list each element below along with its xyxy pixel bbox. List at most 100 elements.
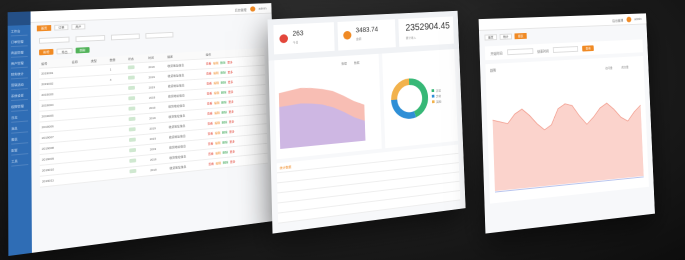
end-date-input[interactable] (552, 46, 579, 53)
main-content: 后台管理 admin 首页 订单 用户 新增 导出 刷新 编号 名称 类型 数量 状态 时间 描述操… (30, 3, 279, 253)
sidebar-item[interactable]: 报表 (11, 134, 29, 145)
stat-value: 263 (292, 30, 304, 38)
end-label: 结束时间 (537, 48, 549, 54)
action-button[interactable]: 新增 (39, 48, 54, 56)
row-action-link[interactable]: 删除 (220, 60, 225, 64)
sidebar-item[interactable]: 工作台 (10, 26, 28, 37)
row-action-link[interactable]: 更多 (230, 149, 235, 153)
row-action-link[interactable]: 删除 (221, 100, 226, 104)
table-cell (109, 166, 129, 180)
row-action-link[interactable]: 删除 (221, 110, 226, 114)
sidebar-item[interactable]: 消息 (11, 123, 29, 134)
legend-label: 数据 (341, 60, 347, 65)
sidebar-item[interactable]: 日志 (11, 112, 29, 123)
row-action-link[interactable]: 删除 (223, 150, 228, 154)
row-action-link[interactable]: 编辑 (214, 91, 219, 95)
row-action-link[interactable]: 编辑 (214, 100, 219, 104)
row-action-link[interactable]: 编辑 (215, 141, 220, 145)
action-button[interactable]: 刷新 (75, 47, 90, 54)
tab[interactable]: 首页 (484, 34, 498, 41)
row-action-link[interactable]: 查看 (207, 121, 213, 125)
row-action-link[interactable]: 删除 (222, 130, 227, 134)
report-screenshot: 后台管理 admin 首页 统计 报表 开始时间 结束时间 查询 趋势 访问量 成交量 (478, 13, 655, 234)
status-tag (129, 116, 136, 122)
row-action-link[interactable]: 编辑 (213, 71, 218, 75)
row-action-link[interactable]: 查看 (208, 141, 214, 145)
user-area: 后台管理 admin (235, 6, 267, 12)
row-action-link[interactable]: 查看 (207, 101, 213, 105)
tab[interactable]: 订单 (54, 24, 69, 31)
row-action-link[interactable]: 删除 (222, 120, 227, 124)
status-tag (128, 85, 136, 90)
stat-card: 3483.74 金额 (337, 19, 396, 51)
filter-input[interactable] (110, 33, 140, 41)
sidebar-item[interactable]: 订单管理 (10, 37, 28, 48)
sidebar-item[interactable]: 用户管理 (10, 58, 28, 69)
row-action-link[interactable]: 更多 (228, 99, 233, 103)
table-page-screenshot: 工作台 订单管理 商品管理 用户管理 财务统计 营销活动 系统设置 权限管理 日志 消息 报表 配置工… (7, 3, 279, 256)
header-right-label: 后台管理 (234, 7, 247, 12)
row-action-link[interactable]: 编辑 (213, 61, 218, 65)
row-action-link[interactable]: 编辑 (215, 120, 220, 124)
tab[interactable]: 用户 (71, 23, 86, 30)
sidebar-item[interactable]: 营销活动 (11, 80, 28, 91)
row-action-link[interactable]: 查看 (206, 61, 211, 65)
row-action-link[interactable]: 更多 (230, 159, 235, 163)
stat-value: 2352904.45 (405, 21, 451, 34)
row-action-link[interactable]: 查看 (206, 81, 211, 85)
sidebar-item[interactable]: 系统设置 (11, 91, 28, 102)
row-action-link[interactable]: 删除 (223, 160, 228, 164)
sidebar-menu: 工作台 订单管理 商品管理 用户管理 财务统计 营销活动 系统设置 权限管理 日志 消息 报表 配置工… (8, 26, 32, 167)
row-action-link[interactable]: 更多 (229, 119, 234, 123)
row-action-link[interactable]: 更多 (229, 129, 234, 133)
tab[interactable]: 统计 (499, 33, 513, 40)
dashboard-screenshot: 263 今日 3483.74 金额 2352904.45 累计收入 数据 数据 正常 异常 其他… (267, 10, 466, 234)
row-action-link[interactable]: 查看 (206, 71, 211, 75)
username[interactable]: admin (258, 7, 266, 11)
row-action-link[interactable]: 删除 (222, 140, 227, 144)
row-action-link[interactable]: 编辑 (214, 110, 219, 114)
filter-input[interactable] (75, 35, 106, 43)
filter-input[interactable] (38, 36, 70, 44)
row-action-link[interactable]: 更多 (228, 90, 233, 94)
row-action-link[interactable]: 编辑 (214, 81, 219, 85)
avatar[interactable] (626, 16, 632, 23)
sidebar-item[interactable]: 权限管理 (11, 101, 28, 112)
row-action-link[interactable]: 编辑 (216, 161, 222, 165)
legend-swatch (431, 94, 435, 98)
row-action-link[interactable]: 编辑 (215, 130, 220, 134)
sidebar-item[interactable]: 工具 (11, 156, 29, 167)
header-right-label: 后台管理 (612, 18, 624, 23)
row-action-link[interactable]: 删除 (221, 80, 226, 84)
legend-swatch (431, 100, 435, 104)
row-action-link[interactable]: 删除 (220, 70, 225, 74)
sidebar-item[interactable]: 配置 (11, 145, 29, 156)
row-action-link[interactable]: 更多 (229, 139, 234, 143)
row-action-link[interactable]: 查看 (208, 151, 214, 155)
row-action-link[interactable]: 编辑 (215, 151, 221, 155)
row-action-link[interactable]: 更多 (228, 80, 233, 84)
username[interactable]: admin (634, 17, 641, 21)
stat-card: 263 今日 (273, 22, 335, 55)
row-action-link[interactable]: 查看 (208, 161, 214, 165)
row-action-link[interactable]: 查看 (208, 131, 214, 135)
row-action-link[interactable]: 更多 (228, 70, 233, 74)
filter-input[interactable] (145, 31, 174, 39)
row-action-link[interactable]: 删除 (221, 90, 226, 94)
row-action-link[interactable]: 查看 (207, 111, 213, 115)
query-button[interactable]: 查询 (582, 45, 594, 52)
sidebar-item[interactable]: 商品管理 (10, 48, 28, 58)
donut-chart: 正常异常其他 (382, 49, 441, 148)
start-label: 开始时间 (490, 51, 503, 56)
row-action-link[interactable]: 更多 (227, 60, 232, 64)
donut-slice (394, 82, 410, 100)
sidebar-item[interactable]: 财务统计 (10, 69, 28, 80)
legend-label: 正常 (436, 88, 441, 93)
start-date-input[interactable] (506, 48, 534, 56)
tab[interactable]: 报表 (514, 32, 527, 40)
avatar[interactable] (249, 6, 256, 12)
row-action-link[interactable]: 查看 (207, 91, 213, 95)
row-action-link[interactable]: 更多 (229, 109, 234, 113)
action-button[interactable]: 导出 (56, 47, 73, 55)
tab[interactable]: 首页 (36, 25, 52, 32)
